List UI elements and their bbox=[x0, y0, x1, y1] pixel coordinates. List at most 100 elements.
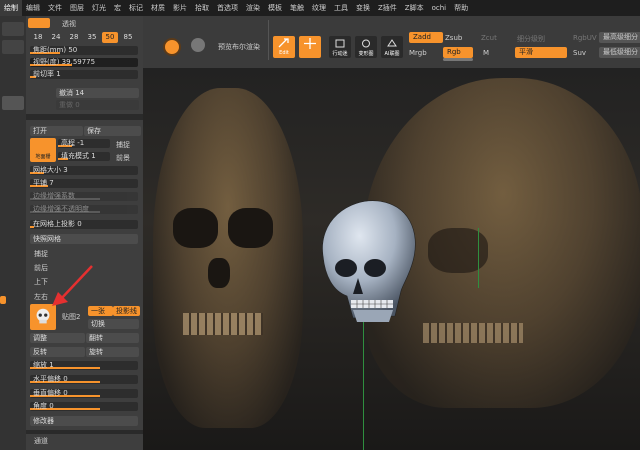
zcut-button[interactable]: Zcut bbox=[481, 34, 497, 42]
menu-item[interactable]: 变换 bbox=[352, 0, 374, 16]
menu-item[interactable]: 灯光 bbox=[88, 0, 110, 16]
menu-item[interactable]: 材质 bbox=[147, 0, 169, 16]
grid-size-slider[interactable]: 网格大小 3 bbox=[30, 166, 138, 175]
left-right-toggle[interactable]: 左右 bbox=[34, 292, 48, 302]
menu-item[interactable]: Z插件 bbox=[374, 0, 401, 16]
rotate-icon bbox=[362, 39, 370, 48]
focal-length-slider[interactable]: 焦距(mm) 50 bbox=[30, 46, 138, 55]
skull-model[interactable] bbox=[313, 196, 423, 326]
move-button[interactable] bbox=[299, 36, 321, 58]
menu-item[interactable]: 帮助 bbox=[450, 0, 472, 16]
v-offset-slider[interactable]: 垂直偏移 0 bbox=[30, 389, 138, 398]
3d-viewport[interactable] bbox=[143, 68, 640, 450]
menu-item[interactable]: 工具 bbox=[330, 0, 352, 16]
zsub-button[interactable]: Zsub bbox=[445, 34, 462, 42]
height-slider[interactable]: 高程 -1 bbox=[58, 139, 110, 148]
capture-button[interactable]: 捕捉 bbox=[116, 140, 130, 150]
move-icon bbox=[304, 38, 316, 49]
preview-render-label[interactable]: 预览布尔渲染 bbox=[218, 42, 260, 52]
fov-preset-tab[interactable]: 28 bbox=[66, 32, 82, 43]
channel-label[interactable]: 通道 bbox=[34, 436, 48, 446]
front-back-toggle[interactable]: 前后 bbox=[34, 263, 48, 273]
menu-item[interactable]: 文件 bbox=[44, 0, 66, 16]
highest-subdiv-button[interactable]: 最高级细分 bbox=[599, 32, 640, 43]
fov-preset-tab[interactable]: 18 bbox=[30, 32, 46, 43]
grid-projection-slider[interactable]: 在网格上投影 0 bbox=[30, 220, 138, 229]
smooth-button[interactable]: 平滑 bbox=[515, 47, 567, 58]
reference-skull-front bbox=[153, 88, 303, 428]
rgb-button[interactable]: Rgb bbox=[443, 47, 473, 58]
menu-item[interactable]: 首选项 bbox=[213, 0, 242, 16]
rotate-texture-button[interactable]: 旋转 bbox=[86, 347, 139, 357]
zoom-slider[interactable]: 缩放 1 bbox=[30, 361, 138, 370]
open-button[interactable]: 打开 bbox=[30, 126, 83, 136]
menu-item[interactable]: 宏 bbox=[110, 0, 125, 16]
near-clip-slider[interactable]: 前切率 1 bbox=[30, 70, 138, 79]
fov-slider[interactable]: 视野(度) 39.59775 bbox=[30, 58, 138, 67]
front-button[interactable]: 前景 bbox=[116, 153, 130, 163]
edit-label: Edit bbox=[279, 50, 289, 56]
zadd-button[interactable]: Zadd bbox=[409, 32, 443, 43]
gizmo-label: AI联图 bbox=[384, 51, 400, 57]
rotate-button[interactable]: 变形图 bbox=[355, 36, 377, 58]
up-down-toggle[interactable]: 上下 bbox=[34, 277, 48, 287]
menu-item[interactable]: 编辑 bbox=[22, 0, 44, 16]
ghost-eye-socket bbox=[173, 208, 218, 248]
undo-button[interactable]: 撤消 14 bbox=[56, 88, 139, 98]
strip-button[interactable] bbox=[2, 22, 24, 36]
fov-preset-tab[interactable]: 50 bbox=[102, 32, 118, 43]
suv-button[interactable]: Suv bbox=[573, 49, 586, 57]
menu-item[interactable]: 渲染 bbox=[242, 0, 264, 16]
lowest-subdiv-button[interactable]: 最低级细分 bbox=[599, 47, 640, 58]
quick-grid-button[interactable]: 快照网格 bbox=[30, 234, 138, 244]
material-sphere-icon[interactable] bbox=[163, 38, 181, 56]
switch-button[interactable]: 切换 bbox=[88, 319, 139, 329]
grid-toggle-button[interactable]: 地面栅 bbox=[30, 138, 56, 162]
h-offset-slider[interactable]: 水平偏移 0 bbox=[30, 375, 138, 384]
mrgb-button[interactable]: Mrgb bbox=[409, 49, 427, 57]
menu-item[interactable]: 绘制 bbox=[0, 0, 22, 16]
adjust-button[interactable]: 调整 bbox=[30, 333, 85, 343]
near-clip-label: 前切率 1 bbox=[33, 70, 61, 78]
rgb-intensity-slider[interactable] bbox=[443, 58, 473, 61]
texture-sphere-icon[interactable] bbox=[191, 38, 205, 52]
subdiv-label: 细分级别 bbox=[517, 35, 545, 43]
edge-coef-slider[interactable]: 边缘增强系数 bbox=[30, 192, 138, 201]
m-button[interactable]: M bbox=[483, 49, 489, 57]
grid-toggle-label: 地面栅 bbox=[35, 154, 51, 160]
menu-item[interactable]: 图层 bbox=[66, 0, 88, 16]
rgbuv-button[interactable]: RgbUV bbox=[573, 34, 597, 42]
menu-item[interactable]: 笔触 bbox=[286, 0, 308, 16]
menu-item[interactable]: 影片 bbox=[169, 0, 191, 16]
strip-button[interactable] bbox=[2, 40, 24, 54]
strip-handle[interactable] bbox=[0, 296, 6, 304]
menu-item[interactable]: ochi bbox=[428, 0, 451, 16]
flip-button[interactable]: 翻转 bbox=[86, 333, 139, 343]
save-button[interactable]: 保存 bbox=[84, 126, 141, 136]
tile-slider[interactable]: 平铺 7 bbox=[30, 179, 138, 188]
menu-item[interactable]: 标记 bbox=[125, 0, 147, 16]
perspective-toggle[interactable] bbox=[28, 18, 50, 28]
fov-preset-tab[interactable]: 35 bbox=[84, 32, 100, 43]
modifier-button[interactable]: 修改器 bbox=[30, 416, 138, 426]
edge-opacity-slider[interactable]: 边缘增强不透明度 bbox=[30, 205, 138, 214]
redo-button[interactable]: 重做 0 bbox=[56, 100, 139, 110]
edit-button[interactable]: Edit bbox=[273, 36, 295, 58]
fov-preset-tab[interactable]: 85 bbox=[120, 32, 136, 43]
strip-button[interactable] bbox=[2, 96, 24, 110]
invert-button[interactable]: 反转 bbox=[30, 347, 85, 357]
menu-item[interactable]: 模板 bbox=[264, 0, 286, 16]
angle-label: 角度 0 bbox=[33, 402, 54, 410]
height-label: 高程 -1 bbox=[61, 139, 85, 147]
menu-item[interactable]: 拾取 bbox=[191, 0, 213, 16]
gizmo-button[interactable]: AI联图 bbox=[381, 36, 403, 58]
scale-button[interactable]: 行动迷 bbox=[329, 36, 351, 58]
projection-line-button[interactable]: 投影线 bbox=[113, 306, 140, 316]
menu-item[interactable]: Z脚本 bbox=[401, 0, 428, 16]
angle-slider[interactable]: 角度 0 bbox=[30, 402, 138, 411]
fov-preset-tab[interactable]: 24 bbox=[48, 32, 64, 43]
menu-item[interactable]: 纹理 bbox=[308, 0, 330, 16]
axis-y bbox=[478, 228, 479, 288]
fill-mode-slider[interactable]: 填充模式 1 bbox=[58, 152, 110, 161]
capture-toggle[interactable]: 捕捉 bbox=[34, 249, 48, 259]
